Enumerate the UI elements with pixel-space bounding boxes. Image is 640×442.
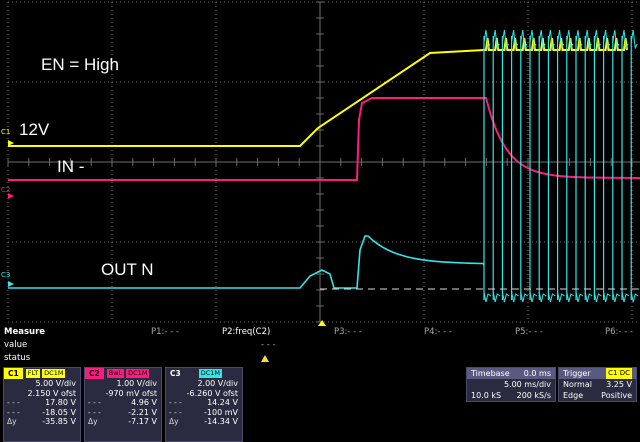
c2-trace <box>8 97 640 181</box>
c3-cursor1: 14.24 V <box>207 398 238 407</box>
c1-cursor1-label: - - - <box>7 398 20 407</box>
c3-cursor2-label: - - - <box>169 407 182 417</box>
timebase-rate: 200 kS/s <box>516 391 551 400</box>
c3-burst-ring-bottom <box>584 291 593 303</box>
measure-slot-p6[interactable]: P6:- - - <box>605 327 633 337</box>
out-n-annotation: OUT N <box>101 260 154 279</box>
c2-coupling-badge: DC1M <box>126 369 150 378</box>
c1-tag: C1 <box>4 368 23 379</box>
c1-scale: 5.00 V/div <box>35 379 76 388</box>
c2-cursor1: 4.96 V <box>131 398 157 407</box>
p2-value: - - - <box>261 340 276 350</box>
c3-cursor2: -100 mV <box>204 407 238 417</box>
in-minus-annotation: IN - <box>57 157 85 176</box>
timebase-per-div: 5.00 ms/div <box>503 380 551 389</box>
c1-coupling-badge: DC1M <box>42 369 66 378</box>
c1-ground-label: C1 <box>1 128 11 136</box>
measure-value-label: value <box>4 340 28 350</box>
c3-trace <box>8 235 485 289</box>
c2-ground-label: C2 <box>1 186 11 194</box>
trigger-position-marker <box>318 320 326 326</box>
en-high-annotation: EN = High <box>41 55 119 74</box>
c3-scale: 2.00 V/div <box>197 379 238 388</box>
c3-ground-label: C3 <box>1 271 11 279</box>
c2-scale: 1.00 V/div <box>116 379 157 388</box>
c2-delta: -7.17 V <box>128 417 157 426</box>
trigger-level: 3.25 V <box>606 380 632 389</box>
c2-delta-label: Δy <box>88 417 98 426</box>
measure-slot-p4[interactable]: P4:- - - <box>424 327 452 337</box>
measure-slot-p5[interactable]: P5:- - - <box>515 327 543 337</box>
c3-coupling-badge: DC1M <box>198 369 223 378</box>
timebase-samples: 10.0 kS <box>471 391 502 400</box>
c3-delta-label: Δy <box>169 417 179 426</box>
warning-icon <box>261 355 269 362</box>
c2-tag: C2 <box>85 368 104 379</box>
c3-burst-ring-bottom <box>621 291 630 303</box>
c3-burst-ring-bottom <box>630 291 639 303</box>
c1-cursor2: -18.05 V <box>42 407 76 417</box>
c3-burst-ring-bottom <box>529 291 538 303</box>
c3-burst-ring-top <box>630 29 638 50</box>
c2-bandwidth-badge: BwL <box>106 369 125 378</box>
c3-burst-ring-bottom <box>612 291 621 303</box>
c1-filter-badge: FLT <box>25 369 41 378</box>
measure-slot-p2[interactable]: P2:freq(C2) <box>222 327 270 337</box>
trigger-panel[interactable]: Trigger C1 DC Normal 3.25 V Edge Positive <box>558 367 637 402</box>
c1-offset: 2.150 V ofst <box>27 388 76 398</box>
c3-offset: -6.260 V ofst <box>186 388 238 398</box>
c1-cursor1: 17.80 V <box>45 398 76 407</box>
c2-cursor1-label: - - - <box>88 398 101 407</box>
c3-burst-ring-bottom <box>593 291 602 303</box>
c3-burst-ring-bottom <box>547 291 556 303</box>
timebase-panel[interactable]: Timebase 0.0 ms 5.00 ms/div 10.0 kS 200 kS… <box>466 367 556 402</box>
c3-burst-ring-bottom <box>566 291 575 303</box>
c3-burst-ring-bottom <box>575 291 584 303</box>
c3-burst-ring-bottom <box>501 291 510 303</box>
c3-burst-ring-bottom <box>520 291 529 303</box>
c3-burst-ring-bottom <box>492 291 501 303</box>
trigger-mode: Normal <box>563 380 592 389</box>
channel-c2-panel[interactable]: C2 BwL DC1M 1.00 V/div -970 mV ofst - - … <box>84 367 162 442</box>
c3-cursor1-label: - - - <box>169 398 182 407</box>
c2-offset: -970 mV ofst <box>105 388 157 398</box>
c3-burst-ring-bottom <box>511 291 519 303</box>
c3-burst-ring-bottom <box>538 291 547 303</box>
measure-status-label: status <box>4 353 31 363</box>
trigger-source: C1 DC <box>606 368 632 379</box>
trigger-slope: Positive <box>601 391 632 400</box>
12v-annotation: 12V <box>19 120 50 139</box>
c3-burst-ring-bottom <box>603 291 611 303</box>
measure-slot-p1[interactable]: P1:- - - <box>151 327 179 337</box>
measure-title[interactable]: Measure <box>4 327 45 337</box>
measure-slot-p3[interactable]: P3:- - - <box>334 327 362 337</box>
c1-delta-label: Δy <box>7 417 17 426</box>
timebase-delay: 0.0 ms <box>523 369 551 378</box>
c2-cursor2: -2.21 V <box>128 407 157 417</box>
c3-delta: -14.34 V <box>204 417 238 426</box>
timebase-label: Timebase <box>471 369 510 378</box>
c2-cursor2-label: - - - <box>88 407 101 417</box>
c1-cursor2-label: - - - <box>7 407 20 417</box>
c3-burst-ring-bottom <box>483 291 492 303</box>
trigger-label: Trigger <box>563 369 591 378</box>
c3-tag: C3 <box>166 368 185 379</box>
c3-ground-marker <box>8 281 14 287</box>
channel-c1-panel[interactable]: C1 FLT DC1M 5.00 V/div 2.150 V ofst - - … <box>3 367 81 442</box>
c1-delta: -35.85 V <box>42 417 76 426</box>
c3-burst-ring-bottom <box>557 291 565 303</box>
trigger-type: Edge <box>563 391 584 400</box>
channel-c3-panel[interactable]: C3 DC1M 2.00 V/div -6.260 V ofst - - - 14… <box>165 367 243 442</box>
